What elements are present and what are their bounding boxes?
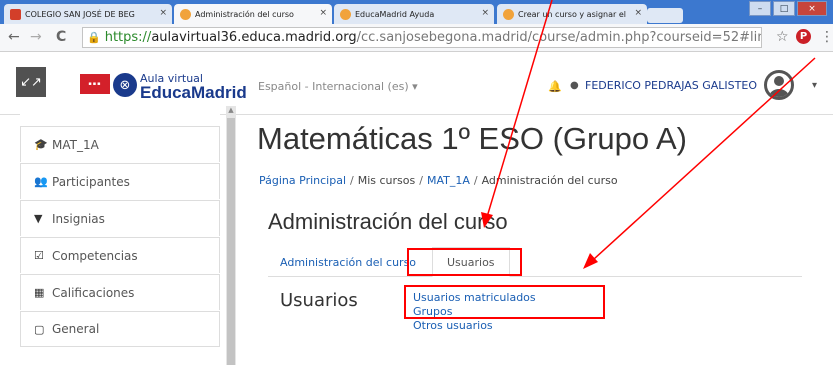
sidebar-item-label: Competencias (52, 248, 138, 263)
bookmark-star-icon[interactable]: ☆ (776, 29, 789, 45)
breadcrumb-separator: / (419, 174, 423, 187)
messages-icon[interactable]: ● (570, 80, 579, 91)
tab-administracion-del-curso[interactable]: Administración del curso (280, 247, 416, 277)
sidebar-item-label: General (52, 322, 100, 336)
scrollbar-thumb[interactable] (227, 118, 235, 365)
sidebar-item-calificaciones[interactable]: ▦ Calificaciones (20, 274, 220, 310)
logo-title[interactable]: EducaMadrid (140, 83, 247, 103)
user-avatar-icon[interactable] (764, 70, 794, 100)
breadcrumb-separator: / (350, 174, 354, 187)
moodle-favicon-icon (503, 8, 514, 20)
link-otros-usuarios[interactable]: Otros usuarios (413, 319, 536, 333)
reload-icon[interactable]: C (56, 29, 66, 45)
address-bar[interactable]: 🔒 https:// aulavirtual36.educa.madrid.or… (82, 27, 762, 48)
sidebar-item-participantes[interactable]: 👥 Participantes (20, 163, 220, 199)
moodle-favicon-icon (180, 8, 191, 20)
users-icon: 👥 (34, 175, 48, 188)
sidebar-item-general[interactable]: ▢ General (20, 311, 220, 347)
scroll-up-icon[interactable]: ▲ (226, 106, 236, 116)
maximize-button[interactable]: □ (773, 1, 795, 16)
close-tab-icon[interactable]: × (481, 8, 489, 18)
close-tab-icon[interactable]: × (634, 8, 642, 18)
educamadrid-logo-icon[interactable]: ⊗ (113, 73, 137, 97)
close-tab-icon[interactable]: × (159, 8, 167, 18)
tab-ayuda[interactable]: EducaMadrid Ayuda × (334, 4, 494, 24)
sidebar-item-competencias[interactable]: ☑ Competencias (20, 237, 220, 273)
sidebar-item-insignias[interactable]: ▼ Insignias (20, 200, 220, 236)
url-path: /cc.sanjosebegona.madrid/course/admin.ph… (356, 30, 761, 45)
navigation-bar: ← → C 🔒 https:// aulavirtual36.educa.mad… (0, 24, 833, 52)
table-icon: ▦ (34, 286, 45, 299)
breadcrumb: Página Principal / Mis cursos / MAT_1A / Admin… (259, 174, 618, 187)
tab-administracion[interactable]: Administración del curso × (174, 4, 332, 24)
back-icon[interactable]: ← (8, 29, 20, 45)
breadcrumb-separator: / (473, 174, 478, 187)
breadcrumb-my-courses[interactable]: Mis cursos (358, 174, 416, 187)
new-tab-button[interactable] (647, 8, 683, 23)
shield-icon: ▼ (34, 212, 43, 225)
tab-label: EducaMadrid Ayuda (355, 9, 435, 19)
graduation-cap-icon: 🎓 (34, 138, 48, 151)
sidebar-item-label: MAT_1A (52, 137, 99, 152)
minimize-button[interactable]: – (749, 1, 771, 16)
moodle-favicon-icon (340, 8, 351, 20)
close-tab-icon[interactable]: × (319, 8, 327, 18)
tab-crear-curso[interactable]: Crear un curso y asignar el × (497, 4, 647, 24)
course-sidebar: 🎓 MAT_1A 👥 Participantes ▼ Insignias ☑ C… (20, 106, 220, 365)
breadcrumb-current: Administración del curso (481, 174, 618, 187)
url-host: aulavirtual36.educa.madrid.org (151, 30, 357, 45)
sidebar-item-label: Insignias (52, 211, 105, 226)
course-title: Matemáticas 1º ESO (Grupo A) (257, 121, 687, 156)
comunidad-madrid-flag-icon: ▪▪▪ (80, 74, 110, 94)
sidebar-item-label: Participantes (52, 174, 130, 189)
tab-label: COLEGIO SAN JOSÉ DE BEG (25, 9, 135, 19)
user-menu-chevron-icon[interactable]: ▾ (812, 80, 817, 91)
url-protocol: https:// (104, 30, 152, 45)
page-title: Administración del curso (268, 209, 508, 234)
browser-window: COLEGIO SAN JOSÉ DE BEG × Administración… (0, 0, 833, 365)
breadcrumb-home-link[interactable]: Página Principal (259, 174, 346, 187)
admin-tabs: Administración del curso Usuarios (268, 247, 802, 277)
window-controls: – □ × (747, 1, 827, 16)
expand-icon[interactable]: ↙↗ (16, 67, 46, 97)
annotation-box-usuarios-matriculados (404, 285, 605, 319)
colegio-favicon-icon (10, 8, 21, 20)
user-name[interactable]: FEDERICO PEDRAJAS GALISTEO (585, 79, 757, 92)
tab-label: Crear un curso y asignar el (518, 9, 626, 19)
pinterest-icon[interactable]: P (796, 29, 811, 44)
lock-icon: 🔒 (87, 31, 101, 44)
language-selector[interactable]: Español - Internacional (es) ▾ (258, 80, 418, 93)
folder-icon: ▢ (34, 322, 45, 336)
tab-label: Administración del curso (195, 9, 294, 19)
notifications-bell-icon[interactable]: 🔔 (548, 80, 562, 93)
section-heading: Usuarios (280, 290, 358, 311)
sidebar-item-course[interactable]: 🎓 MAT_1A (20, 126, 220, 162)
sidebar-scrollbar[interactable]: ▲ (226, 106, 236, 365)
tab-colegio[interactable]: COLEGIO SAN JOSÉ DE BEG × (4, 4, 172, 24)
forward-icon[interactable]: → (30, 29, 42, 45)
annotation-box-usuarios-tab (407, 248, 522, 276)
browser-menu-icon[interactable]: ⋮ (820, 29, 833, 45)
checkbox-icon: ☑ (34, 249, 44, 262)
tab-strip: COLEGIO SAN JOSÉ DE BEG × Administración… (0, 0, 833, 24)
close-window-button[interactable]: × (797, 1, 827, 16)
sidebar-item-label: Calificaciones (52, 285, 135, 300)
breadcrumb-course-link[interactable]: MAT_1A (427, 174, 470, 187)
